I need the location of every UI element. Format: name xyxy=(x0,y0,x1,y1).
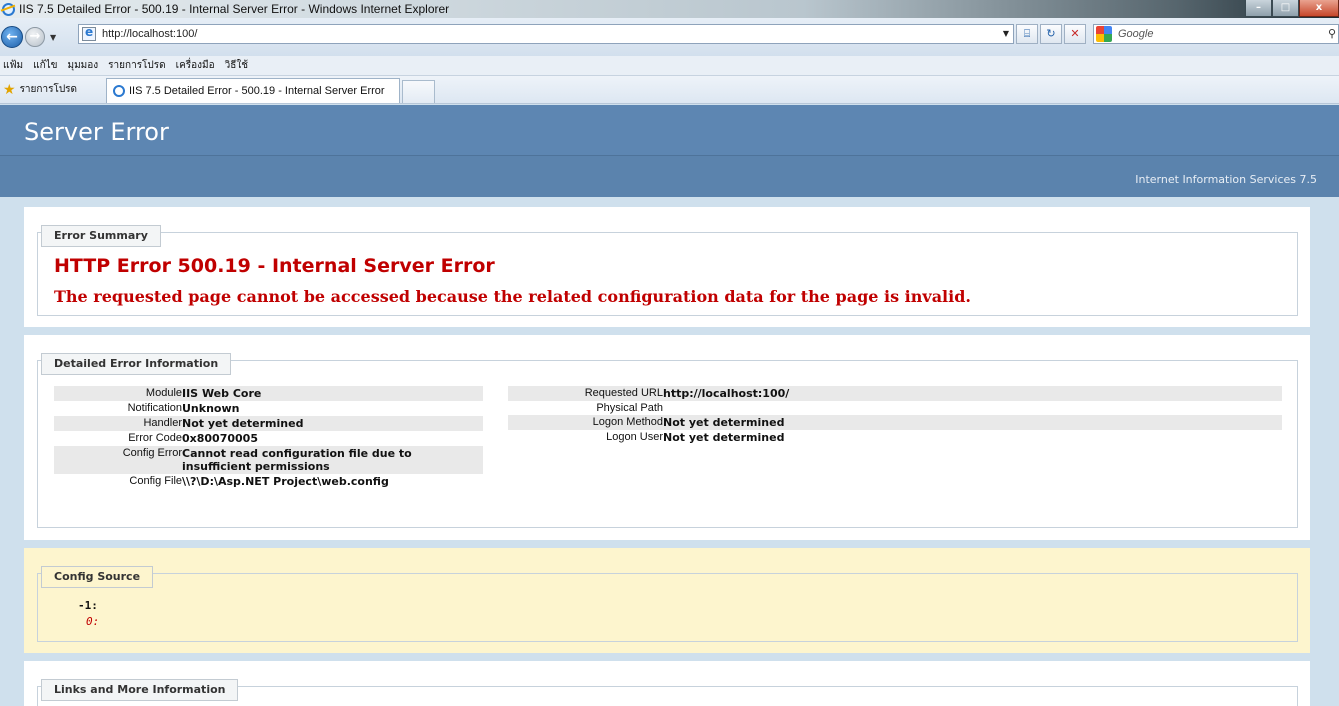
menu-tools[interactable]: เครื่องมือ xyxy=(176,58,215,73)
search-box[interactable]: Google ⚲ xyxy=(1093,24,1339,44)
detailed-error-fieldset: Detailed Error Information Module IIS We… xyxy=(37,353,1298,528)
detail-key: Config Error xyxy=(54,446,182,474)
config-source-line-error: 0: xyxy=(86,615,100,628)
detail-table-right: Requested URL http://localhost:100/ Phys… xyxy=(508,386,1282,445)
config-source-panel: Config Source -1: 0: xyxy=(24,548,1310,653)
new-tab-button[interactable] xyxy=(402,80,435,103)
detail-value: http://localhost:100/ xyxy=(663,386,1282,401)
table-row: Handler Not yet determined xyxy=(54,416,483,431)
refresh-button[interactable]: ↻ xyxy=(1040,24,1062,44)
favorites-bar: ★ รายการโปรด IIS 7.5 Detailed Error - 50… xyxy=(0,76,1339,104)
iis-version-label: Internet Information Services 7.5 xyxy=(1135,173,1317,186)
favorites-button[interactable]: ★ รายการโปรด xyxy=(3,82,77,97)
compatibility-view-button[interactable]: ⌸ xyxy=(1016,24,1038,44)
config-source-fieldset: Config Source -1: 0: xyxy=(37,566,1298,642)
menu-bar: แฟ้ม แก้ไข มุมมอง รายการโปรด เครื่องมือ … xyxy=(0,56,1339,76)
maximize-button[interactable]: □ xyxy=(1272,0,1299,17)
page-title: Server Error xyxy=(24,118,169,146)
detailed-error-legend: Detailed Error Information xyxy=(41,353,232,375)
detail-key: Error Code xyxy=(128,432,182,444)
detail-key: Logon Method xyxy=(508,415,663,430)
detail-key: Logon User xyxy=(606,431,663,443)
error-summary-legend: Error Summary xyxy=(41,225,161,247)
search-icon[interactable]: ⚲ xyxy=(1328,27,1336,40)
detail-value: \\?\D:\Asp.NET Project\web.config xyxy=(182,475,389,488)
page-icon xyxy=(82,25,96,41)
back-button[interactable]: ← xyxy=(1,26,23,48)
table-row: Physical Path xyxy=(508,401,1282,415)
menu-help[interactable]: วิธีใช้ xyxy=(225,58,248,73)
links-panel: Links and More Information xyxy=(24,661,1310,706)
detail-key: Module xyxy=(54,386,182,401)
recent-pages-dropdown[interactable]: ▼ xyxy=(50,33,56,42)
close-window-button[interactable]: x xyxy=(1299,0,1339,17)
error-summary-panel: Error Summary HTTP Error 500.19 - Intern… xyxy=(24,207,1310,327)
menu-edit[interactable]: แก้ไข xyxy=(33,58,57,73)
detail-value: Not yet determined xyxy=(663,415,1282,430)
google-icon xyxy=(1096,26,1112,42)
address-dropdown-icon[interactable]: ▼ xyxy=(1003,29,1009,38)
window-title: IIS 7.5 Detailed Error - 500.19 - Intern… xyxy=(19,2,450,16)
detail-value: Unknown xyxy=(182,402,240,415)
detail-key: Handler xyxy=(54,416,182,431)
star-icon: ★ xyxy=(3,81,16,98)
menu-favorites[interactable]: รายการโปรด xyxy=(108,58,165,73)
tab-current[interactable]: IIS 7.5 Detailed Error - 500.19 - Intern… xyxy=(106,78,400,103)
table-row: Logon User Not yet determined xyxy=(508,430,1282,445)
links-fieldset: Links and More Information xyxy=(37,679,1298,706)
page-subheader: Internet Information Services 7.5 xyxy=(0,155,1339,197)
table-row: Notification Unknown xyxy=(54,401,483,416)
tab-title: IIS 7.5 Detailed Error - 500.19 - Intern… xyxy=(129,85,385,97)
stop-button[interactable]: ✕ xyxy=(1064,24,1086,44)
table-row: Config File \\?\D:\Asp.NET Project\web.c… xyxy=(54,474,483,489)
detail-key: Requested URL xyxy=(508,386,663,401)
address-bar[interactable]: http://localhost:100/ ▼ xyxy=(78,24,1014,44)
detail-table-left: Module IIS Web Core Notification Unknown… xyxy=(54,386,483,489)
table-row: Module IIS Web Core xyxy=(54,386,483,401)
window-controls: – □ x xyxy=(1245,0,1339,17)
table-row: Requested URL http://localhost:100/ xyxy=(508,386,1282,401)
error-description: The requested page cannot be accessed be… xyxy=(54,287,971,306)
config-source-line: -1: xyxy=(78,599,98,612)
detail-value: 0x80070005 xyxy=(182,432,258,445)
page-content: Server Error Internet Information Servic… xyxy=(0,105,1339,706)
detailed-error-panel: Detailed Error Information Module IIS We… xyxy=(24,335,1310,540)
navigation-bar: ← → ▼ http://localhost:100/ ▼ ⌸ ↻ ✕ Goog… xyxy=(0,18,1339,56)
minimize-button[interactable]: – xyxy=(1245,0,1272,17)
detail-value: Cannot read configuration file due to in… xyxy=(182,446,483,474)
tab-ie-icon xyxy=(113,85,125,97)
window-titlebar: IIS 7.5 Detailed Error - 500.19 - Intern… xyxy=(0,0,1339,18)
error-title: HTTP Error 500.19 - Internal Server Erro… xyxy=(54,255,495,277)
table-row: Error Code 0x80070005 xyxy=(54,431,483,446)
config-source-legend: Config Source xyxy=(41,566,154,588)
search-input[interactable]: Google xyxy=(1118,28,1153,40)
detail-value: Not yet determined xyxy=(182,416,483,431)
page-header: Server Error xyxy=(0,105,1339,155)
internet-explorer-icon xyxy=(2,2,15,16)
links-legend: Links and More Information xyxy=(41,679,239,701)
detail-key: Physical Path xyxy=(596,402,663,414)
detail-value xyxy=(663,401,1282,415)
detail-value: Not yet determined xyxy=(663,431,785,444)
address-input[interactable]: http://localhost:100/ xyxy=(102,28,197,40)
menu-view[interactable]: มุมมอง xyxy=(68,58,99,73)
forward-button[interactable]: → xyxy=(25,27,45,47)
detail-value: IIS Web Core xyxy=(182,386,483,401)
table-row: Logon Method Not yet determined xyxy=(508,415,1282,430)
error-summary-fieldset: Error Summary HTTP Error 500.19 - Intern… xyxy=(37,225,1298,316)
detail-key: Config File xyxy=(129,475,182,487)
favorites-label: รายการโปรด xyxy=(19,84,78,95)
detail-key: Notification xyxy=(127,402,182,414)
table-row: Config Error Cannot read configuration f… xyxy=(54,446,483,474)
menu-file[interactable]: แฟ้ม xyxy=(3,58,23,73)
